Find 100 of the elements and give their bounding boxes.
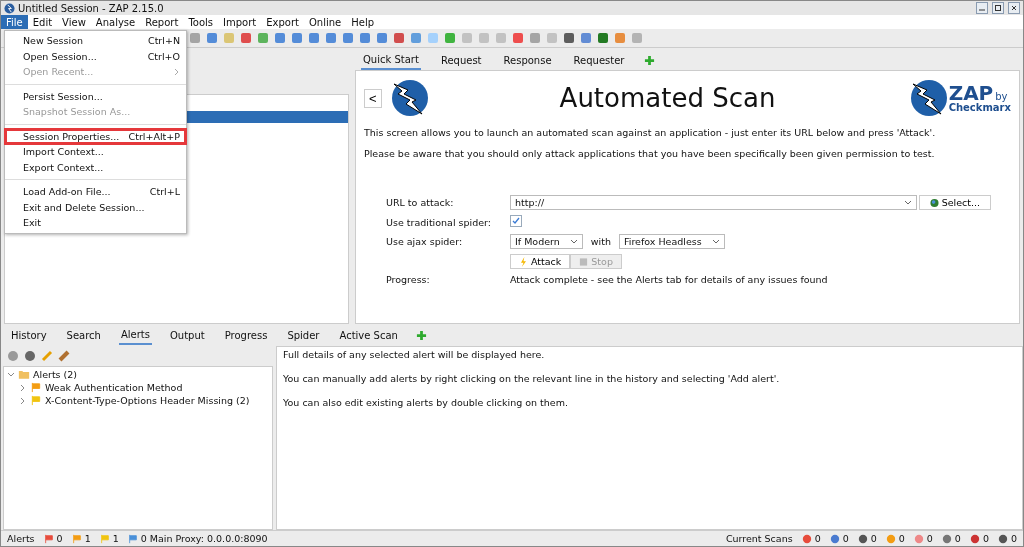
brush-icon[interactable] (58, 350, 70, 362)
attack-button[interactable]: Attack (510, 254, 571, 269)
scan-count: 0 (898, 533, 905, 544)
menu-item[interactable]: Export (261, 15, 304, 29)
tree-item[interactable]: X-Content-Type-Options Header Missing (2) (45, 395, 250, 406)
expand-toggle[interactable] (7, 370, 15, 379)
alert-count: 0 (140, 533, 147, 544)
circle-icon[interactable] (24, 350, 36, 362)
tab[interactable]: Requester (571, 51, 627, 69)
menu-label: Exit and Delete Session... (23, 201, 145, 213)
alert-count: 0 (56, 533, 63, 544)
menu-item[interactable]: Export Context... (5, 159, 186, 175)
add-icon[interactable] (644, 54, 656, 66)
tab[interactable]: Search (64, 326, 103, 344)
tab[interactable]: Progress (222, 326, 270, 344)
details-text: You can also edit existing alerts by double clicking on them. (283, 397, 569, 408)
mode-dropdown[interactable]: If Modern (510, 234, 583, 249)
menu-item[interactable]: Edit (27, 15, 58, 29)
scan-icon (997, 533, 1008, 544)
tab[interactable]: Request (438, 51, 484, 69)
menu-label: Import Context... (23, 146, 104, 158)
tab[interactable]: Response (501, 51, 554, 69)
scan-icon (941, 533, 952, 544)
add-icon[interactable] (415, 329, 427, 341)
menu-label: Open Session... (23, 50, 97, 62)
scan-icon (829, 533, 840, 544)
intro-text: Please be aware that you should only attack applications that you have been specifically been given permission to test. (364, 148, 936, 159)
circle-icon[interactable] (7, 350, 19, 362)
menu-item[interactable]: View (57, 15, 91, 29)
menu-item[interactable]: Exit (5, 215, 186, 231)
toolbar-icon[interactable] (375, 31, 389, 45)
toolbar-icon[interactable] (307, 31, 321, 45)
tab[interactable]: Output (167, 326, 207, 344)
menu-item[interactable]: Session Properties... Ctrl+Alt+P (5, 128, 186, 144)
app-icon (4, 2, 15, 14)
menu-item[interactable]: Online (303, 15, 347, 29)
menu-item[interactable]: Help (346, 15, 380, 29)
toolbar-icon[interactable] (562, 31, 576, 45)
dropdown-caret-icon (903, 200, 912, 205)
shortcut-text: Ctrl+O (147, 50, 180, 62)
lightning-icon (519, 256, 528, 267)
tab[interactable]: Active Scan (337, 326, 400, 344)
proxy-status: Main Proxy: 0.0.0.0:8090 (149, 533, 268, 544)
scan-count: 0 (926, 533, 933, 544)
toolbar-icon[interactable] (273, 31, 287, 45)
minimize-button[interactable] (976, 2, 988, 14)
tree-item[interactable]: Alerts (2) (33, 369, 78, 380)
menu-item[interactable]: Import (218, 15, 262, 29)
tree-item[interactable]: Weak Authentication Method (45, 382, 183, 393)
status-label: Alerts (7, 533, 35, 544)
scan-icon (801, 533, 812, 544)
toolbar-icon[interactable] (205, 31, 219, 45)
menu-item[interactable]: Tools (183, 15, 218, 29)
menu-label: Open Recent... (23, 66, 94, 78)
scan-count: 0 (842, 533, 849, 544)
menu-item[interactable]: Load Add-on File... Ctrl+L (5, 184, 186, 200)
menu-label: Session Properties... (23, 130, 120, 142)
menu-item[interactable]: Report (140, 15, 184, 29)
toolbar-icon[interactable] (358, 31, 372, 45)
back-button[interactable]: < (364, 88, 382, 108)
toolbar-icon[interactable] (341, 31, 355, 45)
scan-icon (969, 533, 980, 544)
toolbar-icon[interactable] (443, 31, 457, 45)
menu-item[interactable]: New Session Ctrl+N (5, 33, 186, 49)
toolbar-icon[interactable] (409, 31, 423, 45)
page-title: Automated Scan (559, 83, 776, 113)
toolbar-icon[interactable] (290, 31, 304, 45)
field-label: Progress: (386, 274, 431, 285)
menu-item[interactable]: Open Session... Ctrl+O (5, 48, 186, 64)
menu-item[interactable]: File (1, 15, 28, 29)
checkbox[interactable] (510, 215, 522, 227)
close-button[interactable] (1008, 2, 1020, 14)
toolbar-icon[interactable] (392, 31, 406, 45)
menu-item[interactable]: Import Context... (5, 144, 186, 160)
menu-item[interactable]: Exit and Delete Session... (5, 199, 186, 215)
toolbar-icon[interactable] (511, 31, 525, 45)
tab[interactable]: History (9, 326, 49, 344)
shortcut-text: Ctrl+L (149, 186, 180, 198)
scan-count: 0 (954, 533, 961, 544)
tab[interactable]: Spider (285, 326, 322, 344)
url-field[interactable]: http:// (510, 195, 917, 210)
maximize-button[interactable] (992, 2, 1004, 14)
toolbar-icon[interactable] (579, 31, 593, 45)
details-text: Full details of any selected alert will be displayed here. (283, 349, 546, 360)
status-label: Current Scans (725, 533, 793, 544)
toolbar-icon[interactable] (596, 31, 610, 45)
select-button[interactable]: Select... (918, 195, 991, 210)
menu-item[interactable]: Persist Session... (5, 88, 186, 104)
menu-item[interactable]: Analyse (90, 15, 141, 29)
shortcut-text: Ctrl+Alt+P (128, 130, 180, 142)
toolbar-icon[interactable] (239, 31, 253, 45)
browser-dropdown[interactable]: Firefox Headless (618, 234, 725, 249)
scan-icon (913, 533, 924, 544)
toolbar-icon[interactable] (324, 31, 338, 45)
menu-label: Persist Session... (23, 90, 103, 102)
globe-icon (929, 197, 939, 208)
scan-icon (857, 533, 868, 544)
tab[interactable]: Alerts (118, 325, 152, 345)
menu-label: Export Context... (23, 161, 104, 173)
pencil-icon[interactable] (41, 350, 53, 362)
